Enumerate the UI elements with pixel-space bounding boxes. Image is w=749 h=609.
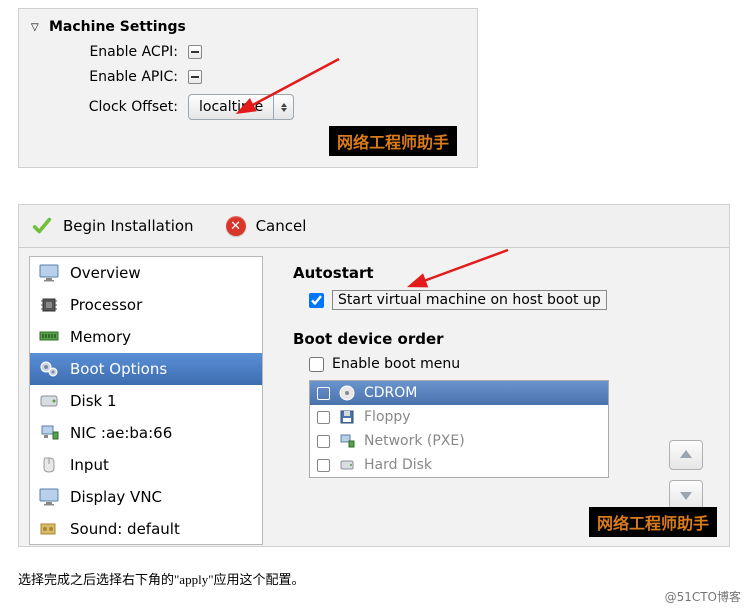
- boot-item-label: Network (PXE): [364, 433, 465, 449]
- network-pxe-icon: [338, 433, 356, 449]
- boot-order-buttons: [669, 440, 703, 510]
- caption-text: 选择完成之后选择右下角的"apply"应用这个配置。: [18, 569, 749, 588]
- boot-order-header: Boot device order: [293, 330, 709, 348]
- harddisk-icon: [338, 457, 356, 473]
- cdrom-icon: [338, 385, 356, 401]
- sidebar-item-label: Processor: [70, 296, 142, 314]
- move-up-button[interactable]: [669, 440, 703, 470]
- boot-item-checkbox[interactable]: [317, 387, 330, 400]
- sidebar-item-display-vnc[interactable]: Display VNC: [30, 481, 262, 513]
- memory-icon: [38, 327, 60, 347]
- nic-icon: [38, 423, 60, 443]
- enable-apic-label: Enable APIC:: [73, 69, 178, 85]
- enable-acpi-row: Enable ACPI:: [73, 44, 459, 60]
- boot-item-label: Hard Disk: [364, 457, 432, 473]
- machine-settings-header[interactable]: ▽ Machine Settings: [31, 19, 459, 35]
- sidebar-item-disk1[interactable]: Disk 1: [30, 385, 262, 417]
- display-icon: [38, 487, 60, 507]
- clock-offset-row: Clock Offset: localtime: [73, 94, 459, 120]
- sidebar-item-sound[interactable]: Sound: default: [30, 513, 262, 545]
- gears-icon: [38, 359, 60, 379]
- enable-boot-menu-label: Enable boot menu: [332, 356, 460, 372]
- sidebar-item-overview[interactable]: Overview: [30, 257, 262, 289]
- cancel-button[interactable]: Cancel: [256, 217, 307, 235]
- vm-config-panel: Begin Installation ✕ Cancel Overview Pro…: [18, 204, 730, 547]
- sidebar-item-processor[interactable]: Processor: [30, 289, 262, 321]
- watermark: 网络工程师助手: [589, 507, 717, 537]
- autostart-checkbox[interactable]: [309, 293, 324, 308]
- boot-item-harddisk[interactable]: Hard Disk: [310, 453, 608, 477]
- sidebar-item-label: Input: [70, 456, 109, 474]
- sidebar: Overview Processor Memory Boot Options D…: [29, 256, 263, 545]
- boot-item-checkbox[interactable]: [317, 435, 330, 448]
- sound-icon: [38, 519, 60, 539]
- toolbar: Begin Installation ✕ Cancel: [19, 205, 729, 248]
- enable-acpi-checkbox[interactable]: [188, 45, 202, 59]
- sidebar-item-label: NIC :ae:ba:66: [70, 424, 172, 442]
- monitor-icon: [38, 263, 60, 283]
- enable-boot-menu-checkbox[interactable]: [309, 357, 324, 372]
- boot-item-network[interactable]: Network (PXE): [310, 429, 608, 453]
- boot-item-label: CDROM: [364, 385, 417, 401]
- autostart-header: Autostart: [293, 264, 709, 282]
- sidebar-item-nic[interactable]: NIC :ae:ba:66: [30, 417, 262, 449]
- section-title: Machine Settings: [49, 19, 186, 35]
- sidebar-item-label: Boot Options: [70, 360, 167, 378]
- boot-item-checkbox[interactable]: [317, 411, 330, 424]
- right-pane: Autostart Start virtual machine on host …: [263, 248, 729, 545]
- sidebar-item-input[interactable]: Input: [30, 449, 262, 481]
- boot-item-cdrom[interactable]: CDROM: [310, 381, 608, 405]
- sidebar-item-boot-options[interactable]: Boot Options: [30, 353, 262, 385]
- cpu-icon: [38, 295, 60, 315]
- clock-offset-dropdown[interactable]: localtime: [188, 94, 294, 120]
- floppy-icon: [338, 409, 356, 425]
- move-down-button[interactable]: [669, 480, 703, 510]
- disk-icon: [38, 391, 60, 411]
- enable-boot-menu-row: Enable boot menu: [309, 356, 709, 372]
- sidebar-item-label: Overview: [70, 264, 141, 282]
- watermark: 网络工程师助手: [329, 126, 457, 156]
- machine-settings-panel: ▽ Machine Settings Enable ACPI: Enable A…: [18, 8, 478, 168]
- credit-text: @51CTO博客: [665, 588, 741, 605]
- autostart-row: Start virtual machine on host boot up: [309, 290, 709, 310]
- begin-check-icon: [31, 215, 53, 237]
- mouse-icon: [38, 455, 60, 475]
- dropdown-stepper-icon[interactable]: [273, 95, 293, 119]
- begin-installation-button[interactable]: Begin Installation: [63, 217, 194, 235]
- sidebar-item-label: Sound: default: [70, 520, 180, 538]
- boot-device-list: CDROM Floppy Network (PXE) Hard Disk: [309, 380, 609, 478]
- collapse-triangle-icon[interactable]: ▽: [31, 22, 43, 33]
- sidebar-item-memory[interactable]: Memory: [30, 321, 262, 353]
- enable-apic-row: Enable APIC:: [73, 69, 459, 85]
- clock-offset-label: Clock Offset:: [73, 99, 178, 115]
- boot-item-checkbox[interactable]: [317, 459, 330, 472]
- enable-apic-checkbox[interactable]: [188, 70, 202, 84]
- clock-offset-value: localtime: [189, 99, 273, 115]
- boot-item-label: Floppy: [364, 409, 411, 425]
- sidebar-item-label: Memory: [70, 328, 131, 346]
- sidebar-item-label: Disk 1: [70, 392, 117, 410]
- autostart-label: Start virtual machine on host boot up: [332, 290, 607, 310]
- cancel-x-icon: ✕: [226, 216, 246, 236]
- enable-acpi-label: Enable ACPI:: [73, 44, 178, 60]
- boot-item-floppy[interactable]: Floppy: [310, 405, 608, 429]
- sidebar-item-label: Display VNC: [70, 488, 162, 506]
